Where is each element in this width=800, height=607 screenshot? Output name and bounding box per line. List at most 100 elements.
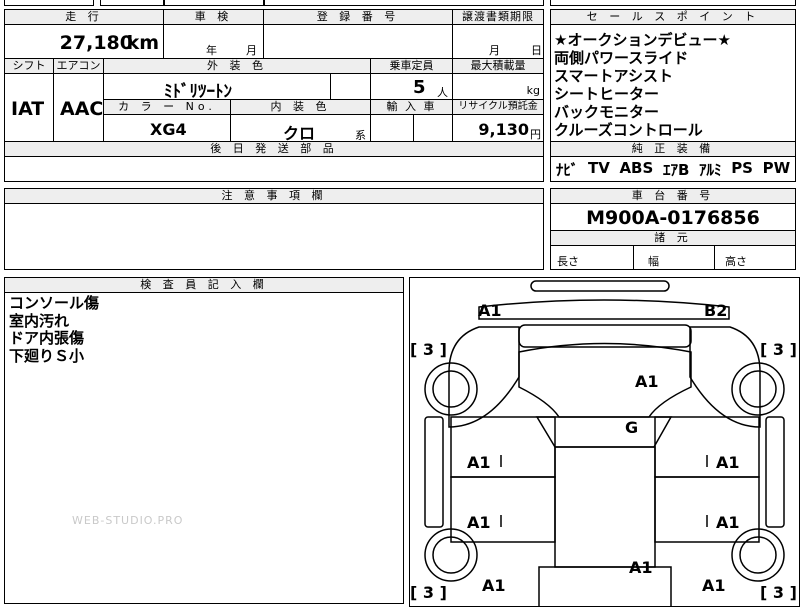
aircon-value: AAC xyxy=(60,98,104,120)
standard-equipment-list: ﾅﾋﾞ TV ABS ｴｱB ｱﾙﾐ PS PW xyxy=(551,159,795,180)
equipment-item: ﾅﾋﾞ xyxy=(555,161,579,179)
dimension-height-cell: 高さ xyxy=(714,245,796,270)
chassis-value: M900A-0176856 xyxy=(586,207,760,229)
max-load-cell: kg xyxy=(452,73,544,100)
notes-header: 注 意 事 項 欄 xyxy=(4,188,544,204)
dimension-length-label: 長さ xyxy=(557,255,579,268)
notes-cell xyxy=(4,203,544,270)
right-front-fender-shape xyxy=(689,326,761,428)
inspection-year-label: 年 xyxy=(206,44,217,57)
dimension-width-cell: 幅 xyxy=(633,245,715,270)
equipment-item: PW xyxy=(762,159,791,177)
hood-shape xyxy=(518,342,692,418)
equipment-item: ｴｱB xyxy=(662,161,690,179)
recycle-fee-header: リサイクル預託金 xyxy=(452,99,544,115)
inspection-header: 車 検 xyxy=(163,9,264,25)
sales-point-item: シートヒーター xyxy=(554,85,660,103)
recycle-fee-value: 9,130 xyxy=(478,120,529,139)
inspector-note-line: コンソール傷 xyxy=(9,294,100,312)
bracket-right: [ 3 ] xyxy=(760,340,797,359)
aircon-cell: AAC xyxy=(53,73,104,142)
chassis-cell: M900A-0176856 xyxy=(550,203,796,231)
top-partial-cell xyxy=(100,0,164,6)
transfer-deadline-header: 譲渡書類期限 xyxy=(452,9,544,25)
damage-left-rear-door: A1 xyxy=(467,513,491,532)
sales-point-item: 両側パワースライド xyxy=(554,49,689,67)
standard-equipment-header: 純 正 装 備 xyxy=(550,141,796,157)
capacity-header: 乗車定員 xyxy=(370,58,453,74)
sales-point-item: スマートアシスト xyxy=(554,67,673,85)
registration-cell xyxy=(263,24,453,59)
car-diagram xyxy=(424,280,785,607)
right-rear-door-shape xyxy=(654,476,760,543)
recycle-fee-unit: 円 xyxy=(530,128,541,141)
color-no-value: XG4 xyxy=(150,120,187,139)
exterior-color-header: 外 装 色 xyxy=(103,58,371,74)
mileage-header: 走 行 xyxy=(4,9,164,25)
capacity-value: 5 xyxy=(413,77,426,98)
exterior-color-cell: ﾐﾄﾞﾘﾂｰﾄﾝ xyxy=(103,73,331,102)
left-front-fender-shape xyxy=(448,326,520,428)
equipment-item: PS xyxy=(731,159,753,177)
damage-top-right: B2 xyxy=(704,301,728,320)
transfer-day-label: 日 xyxy=(531,44,542,57)
inspector-notes-cell: コンソール傷 室内汚れ ドア内張傷 下廻りＳ小 xyxy=(4,292,404,604)
damage-hood: A1 xyxy=(635,372,659,391)
sales-point-item: バックモニター xyxy=(554,103,660,121)
bracket-bottom-left: [ 3 ] xyxy=(410,583,447,602)
transfer-deadline-cell: 月 日 xyxy=(452,24,544,59)
damage-left-front-door: A1 xyxy=(467,453,491,472)
damage-roof: A1 xyxy=(629,558,653,577)
capacity-unit: 人 xyxy=(437,86,448,99)
chassis-header: 車 台 番 号 xyxy=(550,188,796,204)
inspector-notes-header: 検 査 員 記 入 欄 xyxy=(4,277,404,293)
inspector-note-line: ドア内張傷 xyxy=(9,329,85,347)
bracket-left: [ 3 ] xyxy=(410,340,447,359)
inspection-month-label: 月 xyxy=(246,44,257,57)
interior-color-cell: クロ 系 xyxy=(230,114,371,143)
front-panel-shape xyxy=(478,299,730,320)
damage-right-rear-door: A1 xyxy=(716,513,740,532)
equipment-item: TV xyxy=(587,159,610,177)
inspection-cell: 年 月 xyxy=(163,24,264,59)
registration-header: 登 録 番 号 xyxy=(263,9,453,25)
front-bumper-shape xyxy=(530,280,670,292)
aircon-header: エアコン xyxy=(53,58,104,74)
windshield-shape xyxy=(535,416,673,448)
max-load-header: 最大積載量 xyxy=(452,58,544,74)
top-partial-cell xyxy=(264,0,544,6)
inspector-note-line: 室内汚れ xyxy=(9,311,70,330)
top-partial-cell xyxy=(4,0,94,6)
damage-windshield: G xyxy=(625,418,639,437)
inspector-note-line: 下廻りＳ小 xyxy=(9,346,85,365)
mileage-unit: km xyxy=(126,32,159,54)
bracket-bottom-right: [ 3 ] xyxy=(760,583,797,602)
import-car-cell-1 xyxy=(370,114,414,142)
roof-shape xyxy=(554,446,656,568)
left-rear-door-shape xyxy=(450,476,556,543)
shift-value: IAT xyxy=(11,98,45,120)
exterior-color-extra-cell xyxy=(330,73,371,100)
transfer-month-label: 月 xyxy=(489,44,500,57)
top-partial-cell xyxy=(164,0,264,6)
import-car-header: 輸 入 車 xyxy=(370,99,453,115)
sales-points-list: ★オークションデビュー★ 両側パワースライド スマートアシスト シートヒーター … xyxy=(550,24,796,142)
color-no-header: カ ラ ー No. xyxy=(103,99,231,115)
mileage-cell: 27,180 km xyxy=(4,24,164,59)
shift-cell: IAT xyxy=(4,73,54,142)
shift-header: シフト xyxy=(4,58,54,74)
import-car-cell-2 xyxy=(413,114,453,142)
equipment-item: ｱﾙﾐ xyxy=(699,161,722,179)
dimension-length-cell: 長さ xyxy=(550,245,634,270)
color-no-cell: XG4 xyxy=(103,114,231,142)
sales-point-item: クルーズコントロール xyxy=(554,121,703,139)
standard-equipment-cell: ﾅﾋﾞ TV ABS ｴｱB ｱﾙﾐ PS PW xyxy=(550,156,796,182)
damage-rear-right: A1 xyxy=(702,576,726,595)
later-parts-header: 後 日 発 送 部 品 xyxy=(4,141,544,157)
capacity-cell: 5 人 xyxy=(370,73,453,100)
damage-right-front-door: A1 xyxy=(716,453,740,472)
dimension-width-label: 幅 xyxy=(648,255,659,268)
watermark: WEB-STUDIO.PRO xyxy=(72,514,184,527)
equipment-item: ABS xyxy=(619,159,654,177)
top-partial-cell xyxy=(550,0,796,6)
